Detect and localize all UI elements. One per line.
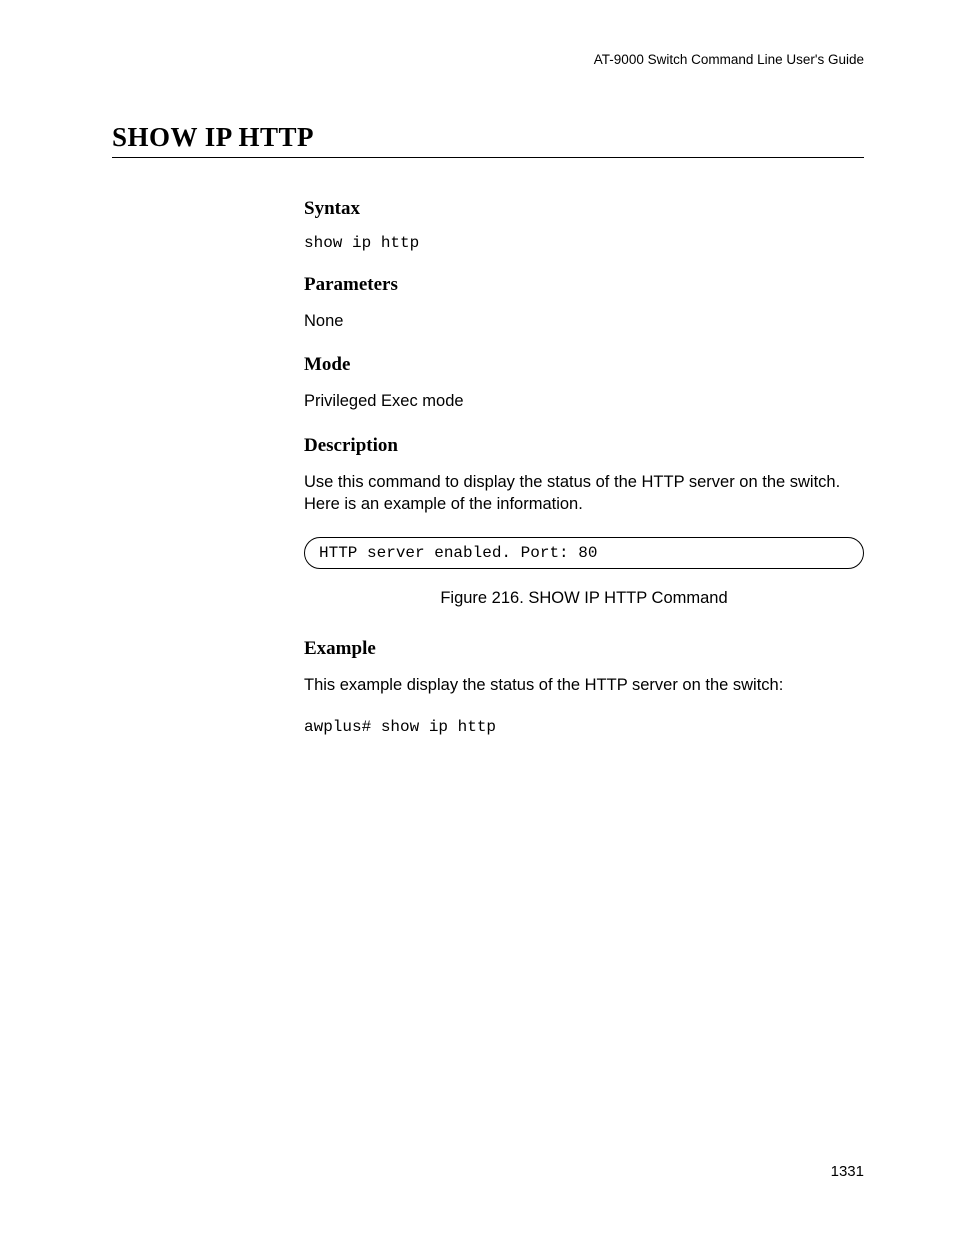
example-code: awplus# show ip http — [304, 718, 864, 736]
heading-mode: Mode — [304, 354, 864, 376]
figure-caption: Figure 216. SHOW IP HTTP Command — [304, 589, 864, 608]
heading-example: Example — [304, 638, 864, 660]
document-page: AT-9000 Switch Command Line User's Guide… — [0, 0, 954, 736]
parameters-text: None — [304, 310, 864, 332]
page-number: 1331 — [831, 1163, 864, 1180]
output-box: HTTP server enabled. Port: 80 — [304, 537, 864, 569]
mode-text: Privileged Exec mode — [304, 390, 864, 412]
page-title: SHOW IP HTTP — [112, 122, 864, 158]
heading-syntax: Syntax — [304, 198, 864, 220]
heading-parameters: Parameters — [304, 274, 864, 296]
description-text: Use this command to display the status o… — [304, 471, 864, 516]
content-block: Syntax show ip http Parameters None Mode… — [304, 198, 864, 736]
syntax-code: show ip http — [304, 234, 864, 252]
example-text: This example display the status of the H… — [304, 674, 864, 696]
running-header: AT-9000 Switch Command Line User's Guide — [112, 52, 864, 67]
heading-description: Description — [304, 435, 864, 457]
